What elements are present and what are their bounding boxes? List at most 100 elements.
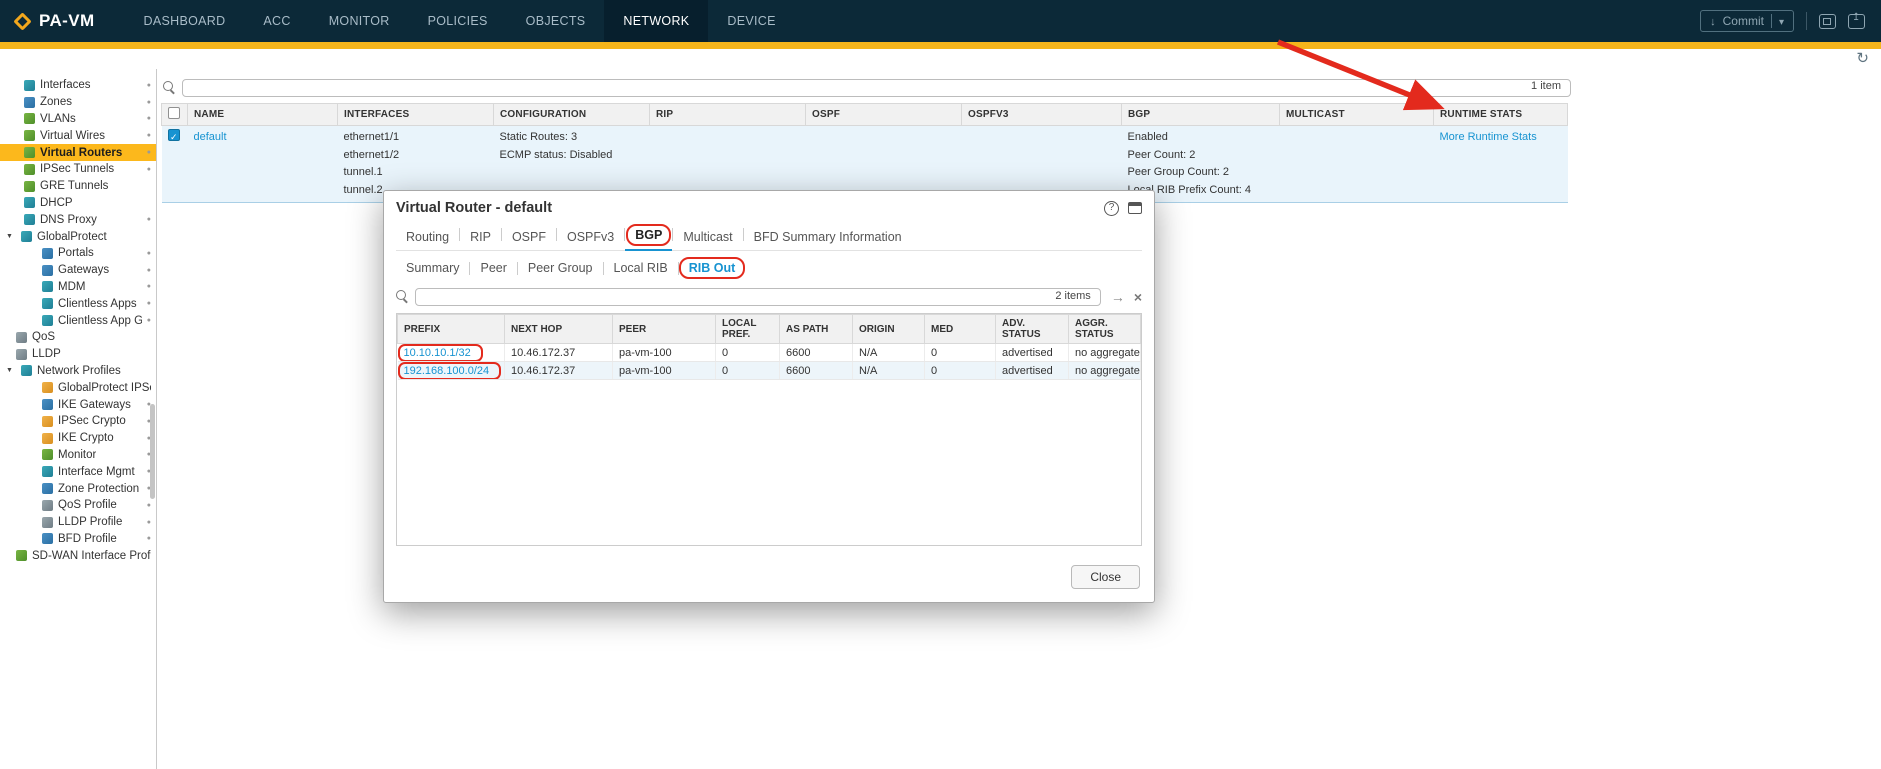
interface-mgmt-icon — [42, 466, 53, 477]
zones-icon — [24, 97, 35, 108]
submenu-dot — [147, 300, 151, 307]
col-ospfv3: OSPFV3 — [962, 104, 1122, 126]
col-as-path: AS PATH — [780, 315, 853, 344]
tab-bgp[interactable]: BGP — [625, 223, 672, 251]
sidebar-item-dhcp[interactable]: DHCP — [0, 195, 156, 212]
sidebar-item-zones[interactable]: Zones — [0, 94, 156, 111]
cell-runtime-stats: More Runtime Stats — [1434, 126, 1568, 203]
qos-profile-icon — [42, 500, 53, 511]
refresh-icon[interactable] — [1856, 49, 1869, 67]
nav-network[interactable]: NETWORK — [604, 0, 708, 42]
sidebar-item-gre-tunnels[interactable]: GRE Tunnels — [0, 178, 156, 195]
sidebar-item-lldp-profile[interactable]: LLDP Profile — [0, 514, 156, 531]
sidebar-item-ipsec-crypto[interactable]: IPSec Crypto — [0, 413, 156, 430]
sidebar-item-gp-ipsec-crypto[interactable]: GlobalProtect IPSec Crypto — [0, 379, 156, 396]
clientless-apps-icon — [42, 298, 53, 309]
sidebar-item-qos-profile[interactable]: QoS Profile — [0, 497, 156, 514]
tab-ospf[interactable]: OSPF — [502, 225, 556, 251]
sidebar-item-qos[interactable]: QoS — [0, 329, 156, 346]
nav-device[interactable]: DEVICE — [708, 0, 794, 42]
save-config-icon[interactable] — [1819, 14, 1836, 29]
sidebar-item-zone-protection[interactable]: Zone Protection — [0, 480, 156, 497]
submenu-dot — [147, 519, 151, 526]
commit-button[interactable]: Commit — [1700, 10, 1794, 32]
apply-filter-icon[interactable] — [1111, 289, 1125, 305]
subtab-rib-out[interactable]: RIB Out — [679, 259, 746, 277]
app-logo: PA-VM — [0, 0, 125, 42]
sidebar-item-vlans[interactable]: VLANs — [0, 111, 156, 128]
sidebar-item-virtual-routers[interactable]: Virtual Routers — [0, 144, 156, 161]
nav-monitor[interactable]: MONITOR — [310, 0, 409, 42]
more-runtime-stats-link[interactable]: More Runtime Stats — [1440, 131, 1537, 143]
select-all-checkbox[interactable] — [168, 107, 180, 119]
nav-acc[interactable]: ACC — [244, 0, 309, 42]
nav-dashboard[interactable]: DASHBOARD — [125, 0, 245, 42]
nav-policies[interactable]: POLICIES — [409, 0, 507, 42]
sidebar-item-ike-crypto[interactable]: IKE Crypto — [0, 430, 156, 447]
sidebar-item-ipsec-tunnels[interactable]: IPSec Tunnels — [0, 161, 156, 178]
router-name-link[interactable]: default — [194, 131, 227, 143]
gateways-icon — [42, 265, 53, 276]
tasks-icon[interactable] — [1848, 14, 1865, 29]
clear-filter-icon[interactable] — [1134, 289, 1142, 305]
sidebar-item-gateways[interactable]: Gateways — [0, 262, 156, 279]
chevron-down-icon — [1779, 14, 1784, 28]
submenu-dot — [147, 283, 151, 290]
subtab-local-rib[interactable]: Local RIB — [604, 259, 678, 277]
sidebar-item-network-profiles[interactable]: Network Profiles — [0, 363, 156, 380]
prefix-link[interactable]: 192.168.100.0/24 — [404, 365, 490, 377]
sidebar-item-mdm[interactable]: MDM — [0, 279, 156, 296]
chevron-down-icon[interactable] — [6, 367, 16, 374]
search-icon — [163, 81, 176, 94]
cell-med: 0 — [925, 344, 996, 362]
submenu-dot — [147, 267, 151, 274]
col-prefix: PREFIX — [398, 315, 505, 344]
chevron-down-icon[interactable] — [6, 233, 16, 240]
sidebar-item-bfd-profile[interactable]: BFD Profile — [0, 531, 156, 548]
cell-prefix: 10.10.10.1/32 — [398, 344, 505, 362]
cell-local-pref: 0 — [716, 344, 780, 362]
prefix-link[interactable]: 10.10.10.1/32 — [404, 347, 471, 359]
sidebar-item-portals[interactable]: Portals — [0, 245, 156, 262]
sidebar-item-clientless-app-groups[interactable]: Clientless App Groups — [0, 312, 156, 329]
sidebar-item-virtual-wires[interactable]: Virtual Wires — [0, 127, 156, 144]
subtab-summary[interactable]: Summary — [396, 259, 469, 277]
col-origin: ORIGIN — [853, 315, 925, 344]
sidebar-item-sdwan-interface-profile[interactable]: SD-WAN Interface Profile — [0, 547, 156, 564]
sidebar-item-lldp[interactable]: LLDP — [0, 346, 156, 363]
cell-select — [162, 126, 188, 203]
close-button[interactable]: Close — [1071, 565, 1140, 589]
top-header: PA-VM DASHBOARD ACC MONITOR POLICIES OBJ… — [0, 0, 1881, 42]
window-icon[interactable] — [1128, 202, 1142, 214]
tab-routing[interactable]: Routing — [396, 225, 459, 251]
commit-divider — [1771, 14, 1772, 28]
sidebar-scrollbar[interactable] — [150, 404, 155, 499]
sidebar-item-clientless-apps[interactable]: Clientless Apps — [0, 295, 156, 312]
search-input[interactable] — [182, 79, 1571, 97]
mdm-icon — [42, 281, 53, 292]
sidebar-item-globalprotect[interactable]: GlobalProtect — [0, 228, 156, 245]
subtab-peer[interactable]: Peer — [470, 259, 516, 277]
table-row[interactable]: 10.10.10.1/32 10.46.172.37 pa-vm-100 0 6… — [398, 344, 1141, 362]
sidebar-item-monitor[interactable]: Monitor — [0, 447, 156, 464]
dialog-search-input[interactable] — [415, 288, 1101, 306]
sidebar-item-ike-gateways[interactable]: IKE Gateways — [0, 396, 156, 413]
sidebar-item-interfaces[interactable]: Interfaces — [0, 77, 156, 94]
subtab-peer-group[interactable]: Peer Group — [518, 259, 603, 277]
qos-icon — [16, 332, 27, 343]
nav-objects[interactable]: OBJECTS — [507, 0, 605, 42]
tab-bfd-summary[interactable]: BFD Summary Information — [744, 225, 912, 251]
tab-rip[interactable]: RIP — [460, 225, 501, 251]
dialog-title: Virtual Router - default — [396, 200, 552, 216]
sidebar-item-dns-proxy[interactable]: DNS Proxy — [0, 211, 156, 228]
app-title: PA-VM — [39, 11, 95, 31]
table-row[interactable]: 192.168.100.0/24 10.46.172.37 pa-vm-100 … — [398, 362, 1141, 380]
row-checkbox[interactable] — [168, 129, 180, 141]
cell-next-hop: 10.46.172.37 — [505, 362, 613, 380]
tab-ospfv3[interactable]: OSPFv3 — [557, 225, 624, 251]
submenu-dot — [147, 115, 151, 122]
help-icon[interactable] — [1104, 201, 1119, 216]
dialog-tabs: Routing RIP OSPF OSPFv3 BGP Multicast BF… — [396, 223, 1142, 251]
tab-multicast[interactable]: Multicast — [673, 225, 742, 251]
sidebar-item-interface-mgmt[interactable]: Interface Mgmt — [0, 463, 156, 480]
